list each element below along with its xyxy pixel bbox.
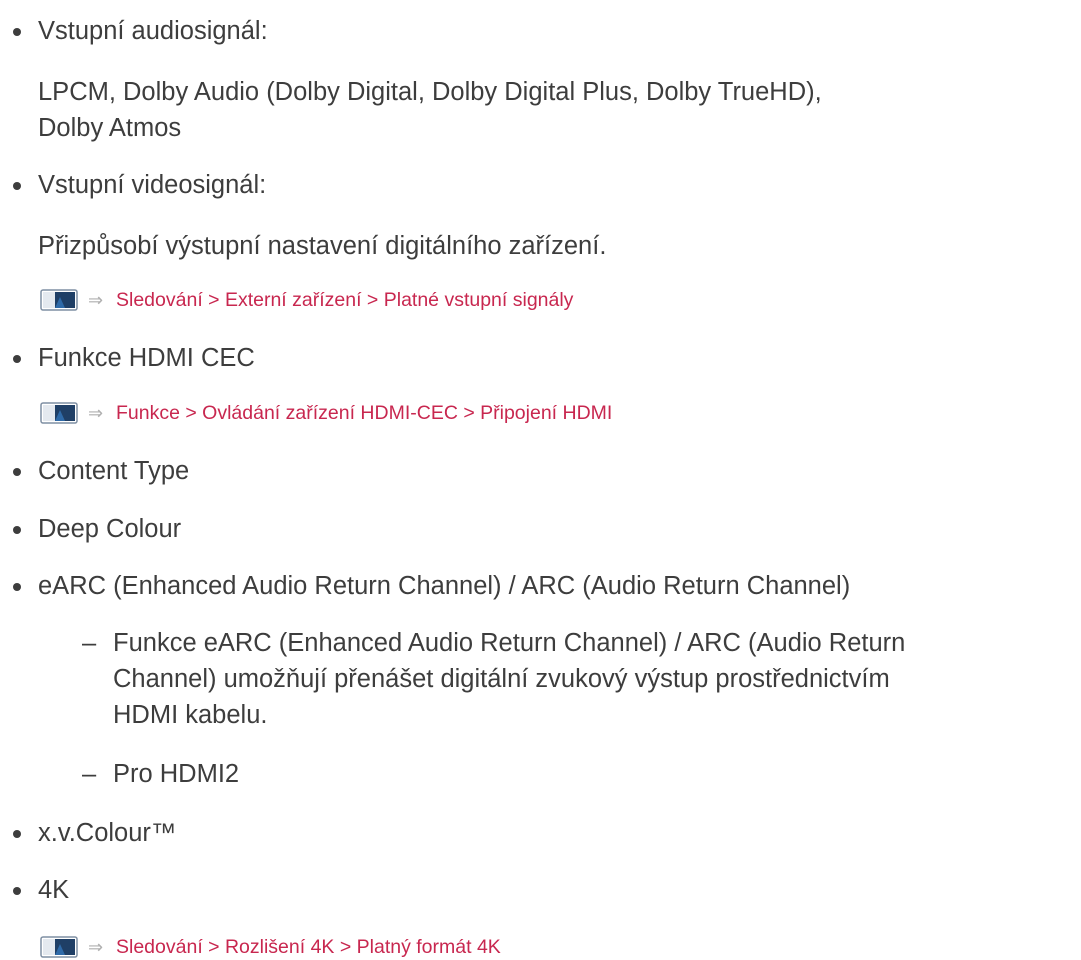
earc-description-line3: HDMI kabelu. (113, 701, 268, 729)
dash: – (82, 629, 97, 657)
arrow-right-icon: ⇒ (88, 403, 104, 423)
video-input-description: Přizpůsobí výstupní nastavení digitálníh… (38, 232, 607, 260)
earc-label: eARC (Enhanced Audio Return Channel) / A… (38, 572, 851, 600)
link-hdmi-connection[interactable]: Funkce > Ovládání zařízení HDMI-CEC > Př… (116, 400, 612, 426)
fourk-label: 4K (38, 876, 70, 904)
tv-screen-icon (40, 289, 78, 311)
audio-input-label: Vstupní audiosignál: (38, 17, 268, 45)
bullet (13, 468, 21, 476)
bullet (13, 830, 21, 838)
tv-screen-icon (40, 402, 78, 424)
audio-formats-line2: Dolby Atmos (38, 114, 182, 142)
earc-hdmi-port: Pro HDMI2 (113, 760, 240, 788)
bullet (13, 355, 21, 363)
xvcolour-label: x.v.Colour™ (38, 819, 177, 847)
bullet (13, 583, 21, 591)
link-valid-input-signals[interactable]: Sledování > Externí zařízení > Platné vs… (116, 287, 573, 313)
content-type-label: Content Type (38, 457, 190, 485)
dash: – (82, 760, 97, 788)
earc-description-line1: Funkce eARC (Enhanced Audio Return Chann… (113, 629, 906, 657)
deep-colour-label: Deep Colour (38, 515, 182, 543)
arrow-right-icon: ⇒ (88, 937, 104, 957)
bullet (13, 182, 21, 190)
bullet (13, 28, 21, 36)
tv-screen-icon (40, 936, 78, 958)
bullet (13, 526, 21, 534)
earc-description-line2: Channel) umožňují přenášet digitální zvu… (113, 665, 890, 693)
audio-formats-line1: LPCM, Dolby Audio (Dolby Digital, Dolby … (38, 78, 822, 106)
link-valid-4k-format[interactable]: Sledování > Rozlišení 4K > Platný formát… (116, 934, 501, 960)
hdmi-cec-label: Funkce HDMI CEC (38, 344, 255, 372)
video-input-label: Vstupní videosignál: (38, 171, 267, 199)
bullet (13, 887, 21, 895)
arrow-right-icon: ⇒ (88, 290, 104, 310)
